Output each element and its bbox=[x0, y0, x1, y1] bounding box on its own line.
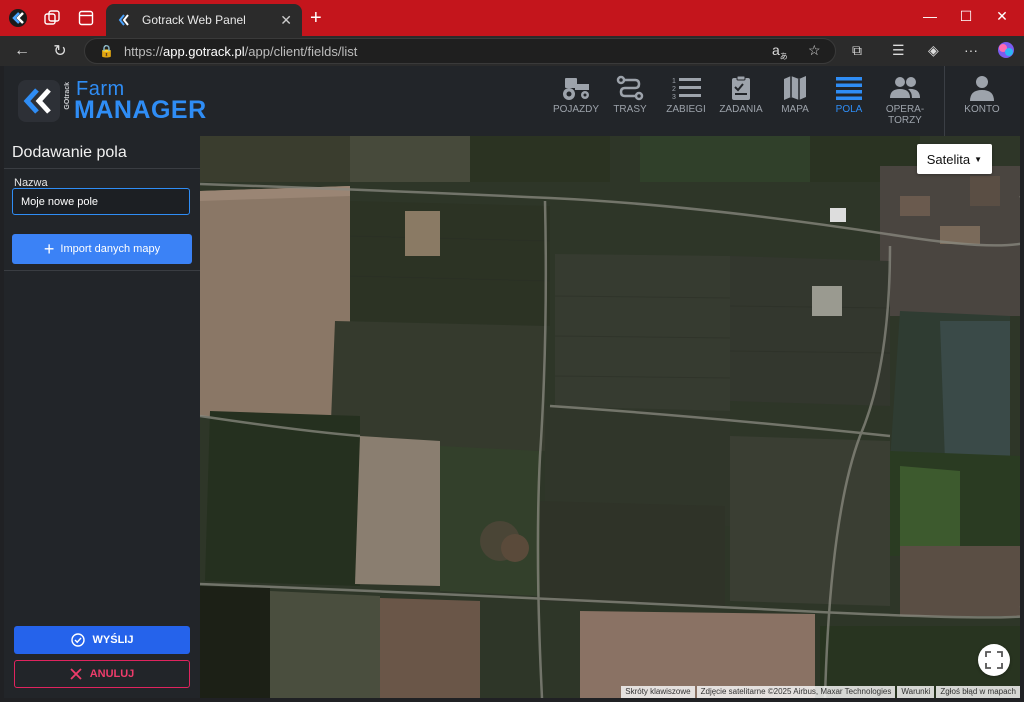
sidebar: Dodawanie pola Nazwa + Import danych map… bbox=[4, 136, 200, 698]
cancel-button[interactable]: ANULUJ bbox=[14, 660, 190, 688]
logo-gotrack-text: GOtrack bbox=[64, 82, 71, 110]
plus-icon: + bbox=[43, 239, 55, 259]
copilot-icon[interactable] bbox=[996, 40, 1016, 63]
fullscreen-icon bbox=[985, 651, 1003, 669]
field-name-input[interactable] bbox=[12, 188, 190, 215]
terms-link[interactable]: Warunki bbox=[897, 686, 935, 698]
browser-tab[interactable]: Gotrack Web Panel ✕ bbox=[106, 4, 302, 36]
divider bbox=[4, 168, 200, 169]
send-button-label: WYŚLIJ bbox=[92, 634, 134, 646]
map-type-dropdown[interactable]: Satelita ▼ bbox=[916, 144, 992, 174]
fields-icon bbox=[836, 77, 862, 100]
close-window-icon[interactable]: ✕ bbox=[992, 8, 1012, 25]
svg-text:2: 2 bbox=[672, 86, 676, 93]
import-map-data-button[interactable]: + Import danych mapy bbox=[12, 234, 192, 264]
nav-label: MAPA bbox=[781, 104, 809, 115]
back-icon[interactable]: ← bbox=[12, 41, 32, 61]
nav-item-pola[interactable]: POLA bbox=[821, 74, 877, 130]
map-type-label: Satelita bbox=[926, 151, 971, 167]
new-tab-icon[interactable]: + bbox=[310, 8, 322, 28]
route-icon bbox=[616, 75, 644, 101]
read-aloud-icon[interactable]: aあ bbox=[772, 42, 788, 62]
nav-label: OPERA- bbox=[885, 104, 925, 115]
tractor-icon bbox=[563, 78, 589, 100]
browser-toolbar: ← ↻ 🔒 https://app.gotrack.pl/app/client/… bbox=[0, 36, 1024, 66]
fullscreen-button[interactable] bbox=[978, 644, 1010, 676]
map-icon bbox=[784, 76, 806, 100]
lock-icon: 🔒 bbox=[99, 44, 114, 58]
nav-label: TRASY bbox=[613, 104, 647, 115]
logo-manager-text: MANAGER bbox=[74, 96, 207, 124]
nav-item-mapa[interactable]: MAPA bbox=[767, 74, 823, 130]
url-path: /app/client/fields/list bbox=[244, 43, 358, 59]
nav-label: POJAZDY bbox=[552, 104, 600, 115]
nav-item-pojazdy[interactable]: POJAZDY bbox=[548, 74, 604, 130]
nav-item-zadania[interactable]: ZADANIA bbox=[713, 74, 769, 130]
favorite-star-icon[interactable]: ☆ bbox=[808, 42, 821, 59]
maximize-icon[interactable]: ☐ bbox=[956, 8, 976, 25]
satellite-map[interactable]: Satelita ▼ Skróty klawiszowe Zdjęcie sat… bbox=[200, 136, 1020, 698]
map-attribution: Skróty klawiszowe Zdjęcie satelitarne ©2… bbox=[619, 686, 1020, 698]
svg-text:1: 1 bbox=[672, 78, 676, 85]
nav-label: ZABIEGI bbox=[666, 104, 706, 115]
nav-item-zabiegi[interactable]: 123 ZABIEGI bbox=[658, 74, 714, 130]
satellite-imagery bbox=[200, 136, 1020, 698]
browser-profile-icon[interactable] bbox=[8, 8, 28, 28]
nav-item-operatorzy[interactable]: OPERA- TORZY bbox=[877, 74, 933, 130]
browser-titlebar: Gotrack Web Panel ✕ + — ☐ ✕ bbox=[0, 0, 1024, 36]
import-button-label: Import danych mapy bbox=[60, 243, 161, 255]
operators-icon bbox=[890, 77, 920, 98]
svg-text:3: 3 bbox=[672, 94, 676, 101]
list-icon: 123 bbox=[672, 78, 701, 101]
tab-title: Gotrack Web Panel bbox=[142, 13, 246, 27]
address-bar[interactable]: 🔒 https://app.gotrack.pl/app/client/fiel… bbox=[84, 38, 836, 64]
nav-label-line2: TORZY bbox=[888, 115, 922, 126]
account-icon bbox=[970, 76, 994, 101]
check-circle-icon bbox=[70, 633, 85, 647]
refresh-icon[interactable]: ↻ bbox=[50, 41, 70, 61]
divider bbox=[4, 270, 200, 271]
nav-item-konto[interactable]: KONTO bbox=[954, 74, 1010, 130]
close-icon bbox=[70, 668, 82, 680]
url-prefix: https:// bbox=[123, 43, 163, 59]
browser-essentials-icon[interactable]: ◈ bbox=[928, 42, 939, 59]
tasks-icon bbox=[732, 75, 750, 100]
gotrack-favicon-icon bbox=[116, 12, 132, 28]
logo-mark-icon bbox=[18, 80, 60, 122]
app-header: GOtrack Farm MANAGER POJAZDY TRASY 123 Z… bbox=[4, 66, 1020, 136]
nav-label: POLA bbox=[835, 104, 863, 115]
imagery-credit: Zdjęcie satelitarne ©2025 Airbus, Maxar … bbox=[696, 686, 896, 698]
nav-label: KONTO bbox=[964, 104, 1000, 115]
tab-close-icon[interactable]: ✕ bbox=[280, 12, 292, 29]
extensions-icon[interactable]: ⧉ bbox=[852, 42, 862, 59]
farm-manager-logo[interactable]: GOtrack Farm MANAGER bbox=[18, 78, 208, 124]
workspaces-icon[interactable] bbox=[42, 8, 62, 28]
send-button[interactable]: WYŚLIJ bbox=[14, 626, 190, 654]
more-icon[interactable]: ··· bbox=[964, 42, 978, 58]
nav-label: ZADANIA bbox=[719, 104, 763, 115]
tab-actions-icon[interactable] bbox=[76, 8, 96, 28]
url-host: app.gotrack.pl bbox=[162, 43, 245, 59]
minimize-icon[interactable]: — bbox=[920, 8, 940, 24]
cancel-button-label: ANULUJ bbox=[89, 668, 135, 680]
keyboard-shortcuts-link[interactable]: Skróty klawiszowe bbox=[621, 686, 695, 698]
favorites-icon[interactable]: ☰ bbox=[892, 42, 905, 59]
report-error-link[interactable]: Zgłoś błąd w mapach bbox=[936, 686, 1020, 698]
nav-separator bbox=[944, 66, 945, 136]
nav-item-trasy[interactable]: TRASY bbox=[602, 74, 658, 130]
page-title: Dodawanie pola bbox=[12, 144, 127, 161]
caret-down-icon: ▼ bbox=[974, 154, 982, 164]
